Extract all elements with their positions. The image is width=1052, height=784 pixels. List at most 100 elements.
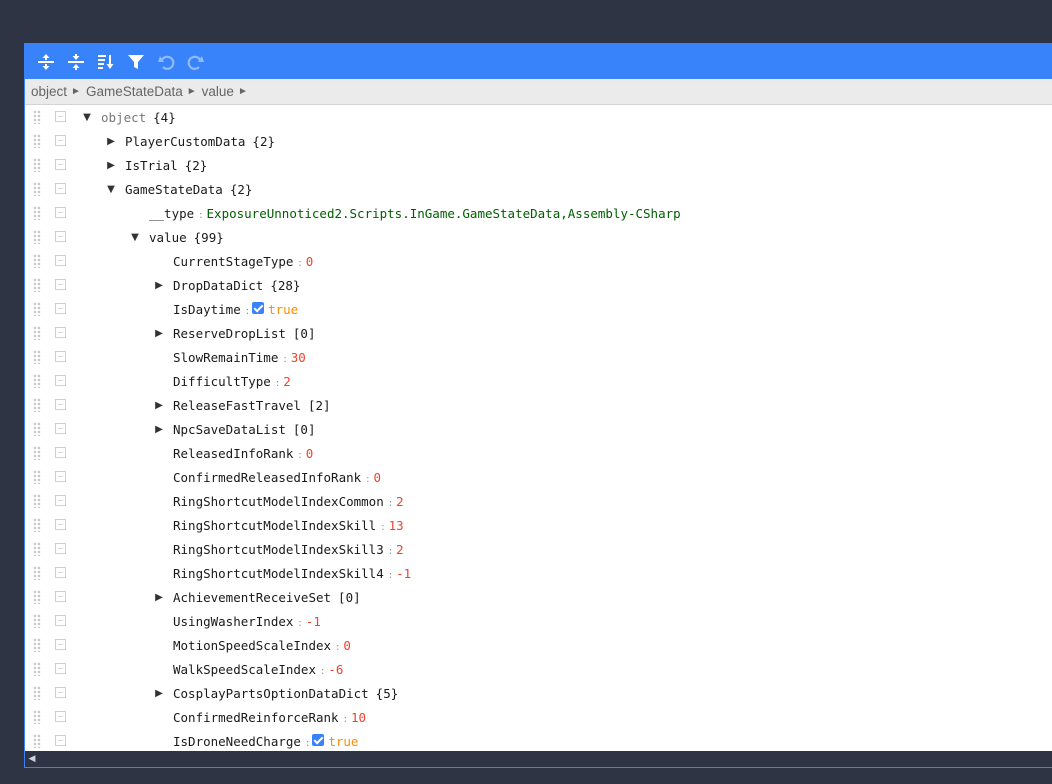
field-value[interactable]: 10 bbox=[351, 710, 366, 725]
collapse-arrow-icon[interactable]: ▼ bbox=[104, 182, 118, 196]
drag-handle-icon[interactable] bbox=[33, 446, 41, 460]
expand-arrow-icon[interactable]: ▶ bbox=[104, 158, 118, 172]
field-value[interactable]: true bbox=[268, 302, 298, 317]
context-menu-button[interactable] bbox=[55, 543, 66, 554]
tree-row[interactable]: MotionSpeedScaleIndex:0 bbox=[25, 633, 1052, 657]
breadcrumb-arrow-icon[interactable]: ► bbox=[238, 86, 248, 97]
drag-handle-icon[interactable] bbox=[33, 614, 41, 628]
field-name[interactable]: DropDataDict bbox=[173, 278, 263, 293]
collapse-arrow-icon[interactable]: ▼ bbox=[80, 110, 94, 124]
context-menu-button[interactable] bbox=[55, 351, 66, 362]
field-name[interactable]: WalkSpeedScaleIndex bbox=[173, 662, 316, 677]
breadcrumb-item-gamestatedata[interactable]: GameStateData bbox=[86, 84, 183, 99]
field-value[interactable]: 0 bbox=[306, 446, 314, 461]
tree-row[interactable]: __type: ExposureUnnoticed2.Scripts.InGame… bbox=[25, 201, 1052, 225]
field-name[interactable]: ConfirmedReinforceRank bbox=[173, 710, 339, 725]
context-menu-button[interactable] bbox=[55, 567, 66, 578]
drag-handle-icon[interactable] bbox=[33, 206, 41, 220]
drag-handle-icon[interactable] bbox=[33, 374, 41, 388]
tree-row[interactable]: RingShortcutModelIndexSkill4: -1 bbox=[25, 561, 1052, 585]
breadcrumb-arrow-icon[interactable]: ► bbox=[71, 86, 81, 97]
field-name[interactable]: NpcSaveDataList bbox=[173, 422, 286, 437]
drag-handle-icon[interactable] bbox=[33, 734, 41, 748]
drag-handle-icon[interactable] bbox=[33, 302, 41, 316]
collapse-arrow-icon[interactable]: ▼ bbox=[128, 230, 142, 244]
field-value[interactable]: 30 bbox=[291, 350, 306, 365]
tree-row[interactable]: ▶ PlayerCustomData {2} bbox=[25, 129, 1052, 153]
field-value[interactable]: 2 bbox=[283, 374, 291, 389]
field-name[interactable]: __type bbox=[149, 206, 194, 221]
field-name[interactable]: RingShortcutModelIndexSkill bbox=[173, 518, 376, 533]
expand-arrow-icon[interactable]: ▶ bbox=[152, 590, 166, 604]
expand-arrow-icon[interactable]: ▶ bbox=[152, 398, 166, 412]
context-menu-button[interactable] bbox=[55, 735, 66, 746]
context-menu-button[interactable] bbox=[55, 423, 66, 434]
context-menu-button[interactable] bbox=[55, 327, 66, 338]
field-name[interactable]: RingShortcutModelIndexCommon bbox=[173, 494, 384, 509]
scroll-left-icon[interactable]: ◀ bbox=[25, 751, 39, 767]
context-menu-button[interactable] bbox=[55, 303, 66, 314]
drag-handle-icon[interactable] bbox=[33, 470, 41, 484]
context-menu-button[interactable] bbox=[55, 375, 66, 386]
field-name[interactable]: SlowRemainTime bbox=[173, 350, 278, 365]
expand-arrow-icon[interactable]: ▶ bbox=[152, 278, 166, 292]
tree-row[interactable]: CurrentStageType:0 bbox=[25, 249, 1052, 273]
drag-handle-icon[interactable] bbox=[33, 398, 41, 412]
context-menu-button[interactable] bbox=[55, 639, 66, 650]
context-menu-button[interactable] bbox=[55, 495, 66, 506]
drag-handle-icon[interactable] bbox=[33, 350, 41, 364]
tree-row[interactable]: ReleasedInfoRank:0 bbox=[25, 441, 1052, 465]
drag-handle-icon[interactable] bbox=[33, 134, 41, 148]
field-name[interactable]: ReserveDropList bbox=[173, 326, 286, 341]
tree-row[interactable]: ▶ DropDataDict {28} bbox=[25, 273, 1052, 297]
drag-handle-icon[interactable] bbox=[33, 158, 41, 172]
field-name[interactable]: ReleaseFastTravel bbox=[173, 398, 301, 413]
drag-handle-icon[interactable] bbox=[33, 494, 41, 508]
context-menu-button[interactable] bbox=[55, 591, 66, 602]
context-menu-button[interactable] bbox=[55, 135, 66, 146]
field-name[interactable]: PlayerCustomData bbox=[125, 134, 245, 149]
context-menu-button[interactable] bbox=[55, 111, 66, 122]
drag-handle-icon[interactable] bbox=[33, 326, 41, 340]
tree-row[interactable]: SlowRemainTime:30 bbox=[25, 345, 1052, 369]
context-menu-button[interactable] bbox=[55, 687, 66, 698]
field-value[interactable]: -1 bbox=[306, 614, 321, 629]
drag-handle-icon[interactable] bbox=[33, 662, 41, 676]
field-name[interactable]: ConfirmedReleasedInfoRank bbox=[173, 470, 361, 485]
context-menu-button[interactable] bbox=[55, 711, 66, 722]
tree-row[interactable]: ▶ CosplayPartsOptionDataDict {5} bbox=[25, 681, 1052, 705]
scrollbar-track[interactable] bbox=[39, 751, 1052, 767]
boolean-checkbox[interactable] bbox=[312, 734, 325, 746]
tree-row[interactable]: WalkSpeedScaleIndex: -6 bbox=[25, 657, 1052, 681]
drag-handle-icon[interactable] bbox=[33, 710, 41, 724]
drag-handle-icon[interactable] bbox=[33, 422, 41, 436]
field-name[interactable]: ReleasedInfoRank bbox=[173, 446, 293, 461]
context-menu-button[interactable] bbox=[55, 183, 66, 194]
context-menu-button[interactable] bbox=[55, 231, 66, 242]
tree-row[interactable]: DifficultType:2 bbox=[25, 369, 1052, 393]
field-value[interactable]: 0 bbox=[374, 470, 382, 485]
field-name[interactable]: IsDroneNeedCharge bbox=[173, 734, 301, 749]
field-name[interactable]: object bbox=[101, 110, 146, 125]
drag-handle-icon[interactable] bbox=[33, 566, 41, 580]
context-menu-button[interactable] bbox=[55, 255, 66, 266]
field-value[interactable]: ExposureUnnoticed2.Scripts.InGame.GameSt… bbox=[207, 206, 681, 221]
context-menu-button[interactable] bbox=[55, 615, 66, 626]
context-menu-button[interactable] bbox=[55, 447, 66, 458]
expand-arrow-icon[interactable]: ▶ bbox=[152, 422, 166, 436]
tree-row[interactable]: IsDroneNeedCharge: true bbox=[25, 729, 1052, 752]
expand-arrow-icon[interactable]: ▶ bbox=[152, 326, 166, 340]
tree-row[interactable]: ConfirmedReinforceRank:10 bbox=[25, 705, 1052, 729]
expand-all-button[interactable] bbox=[31, 49, 61, 75]
collapse-all-button[interactable] bbox=[61, 49, 91, 75]
field-name[interactable]: AchievementReceiveSet bbox=[173, 590, 331, 605]
field-name[interactable]: value bbox=[149, 230, 187, 245]
field-name[interactable]: MotionSpeedScaleIndex bbox=[173, 638, 331, 653]
tree-row[interactable]: ▶ AchievementReceiveSet [0] bbox=[25, 585, 1052, 609]
tree-row[interactable]: ▼ GameStateData {2} bbox=[25, 177, 1052, 201]
context-menu-button[interactable] bbox=[55, 207, 66, 218]
field-value[interactable]: 2 bbox=[396, 494, 404, 509]
undo-button[interactable] bbox=[151, 49, 181, 75]
tree-row[interactable]: IsDaytime: true bbox=[25, 297, 1052, 321]
breadcrumb-item-object[interactable]: object bbox=[31, 84, 67, 99]
